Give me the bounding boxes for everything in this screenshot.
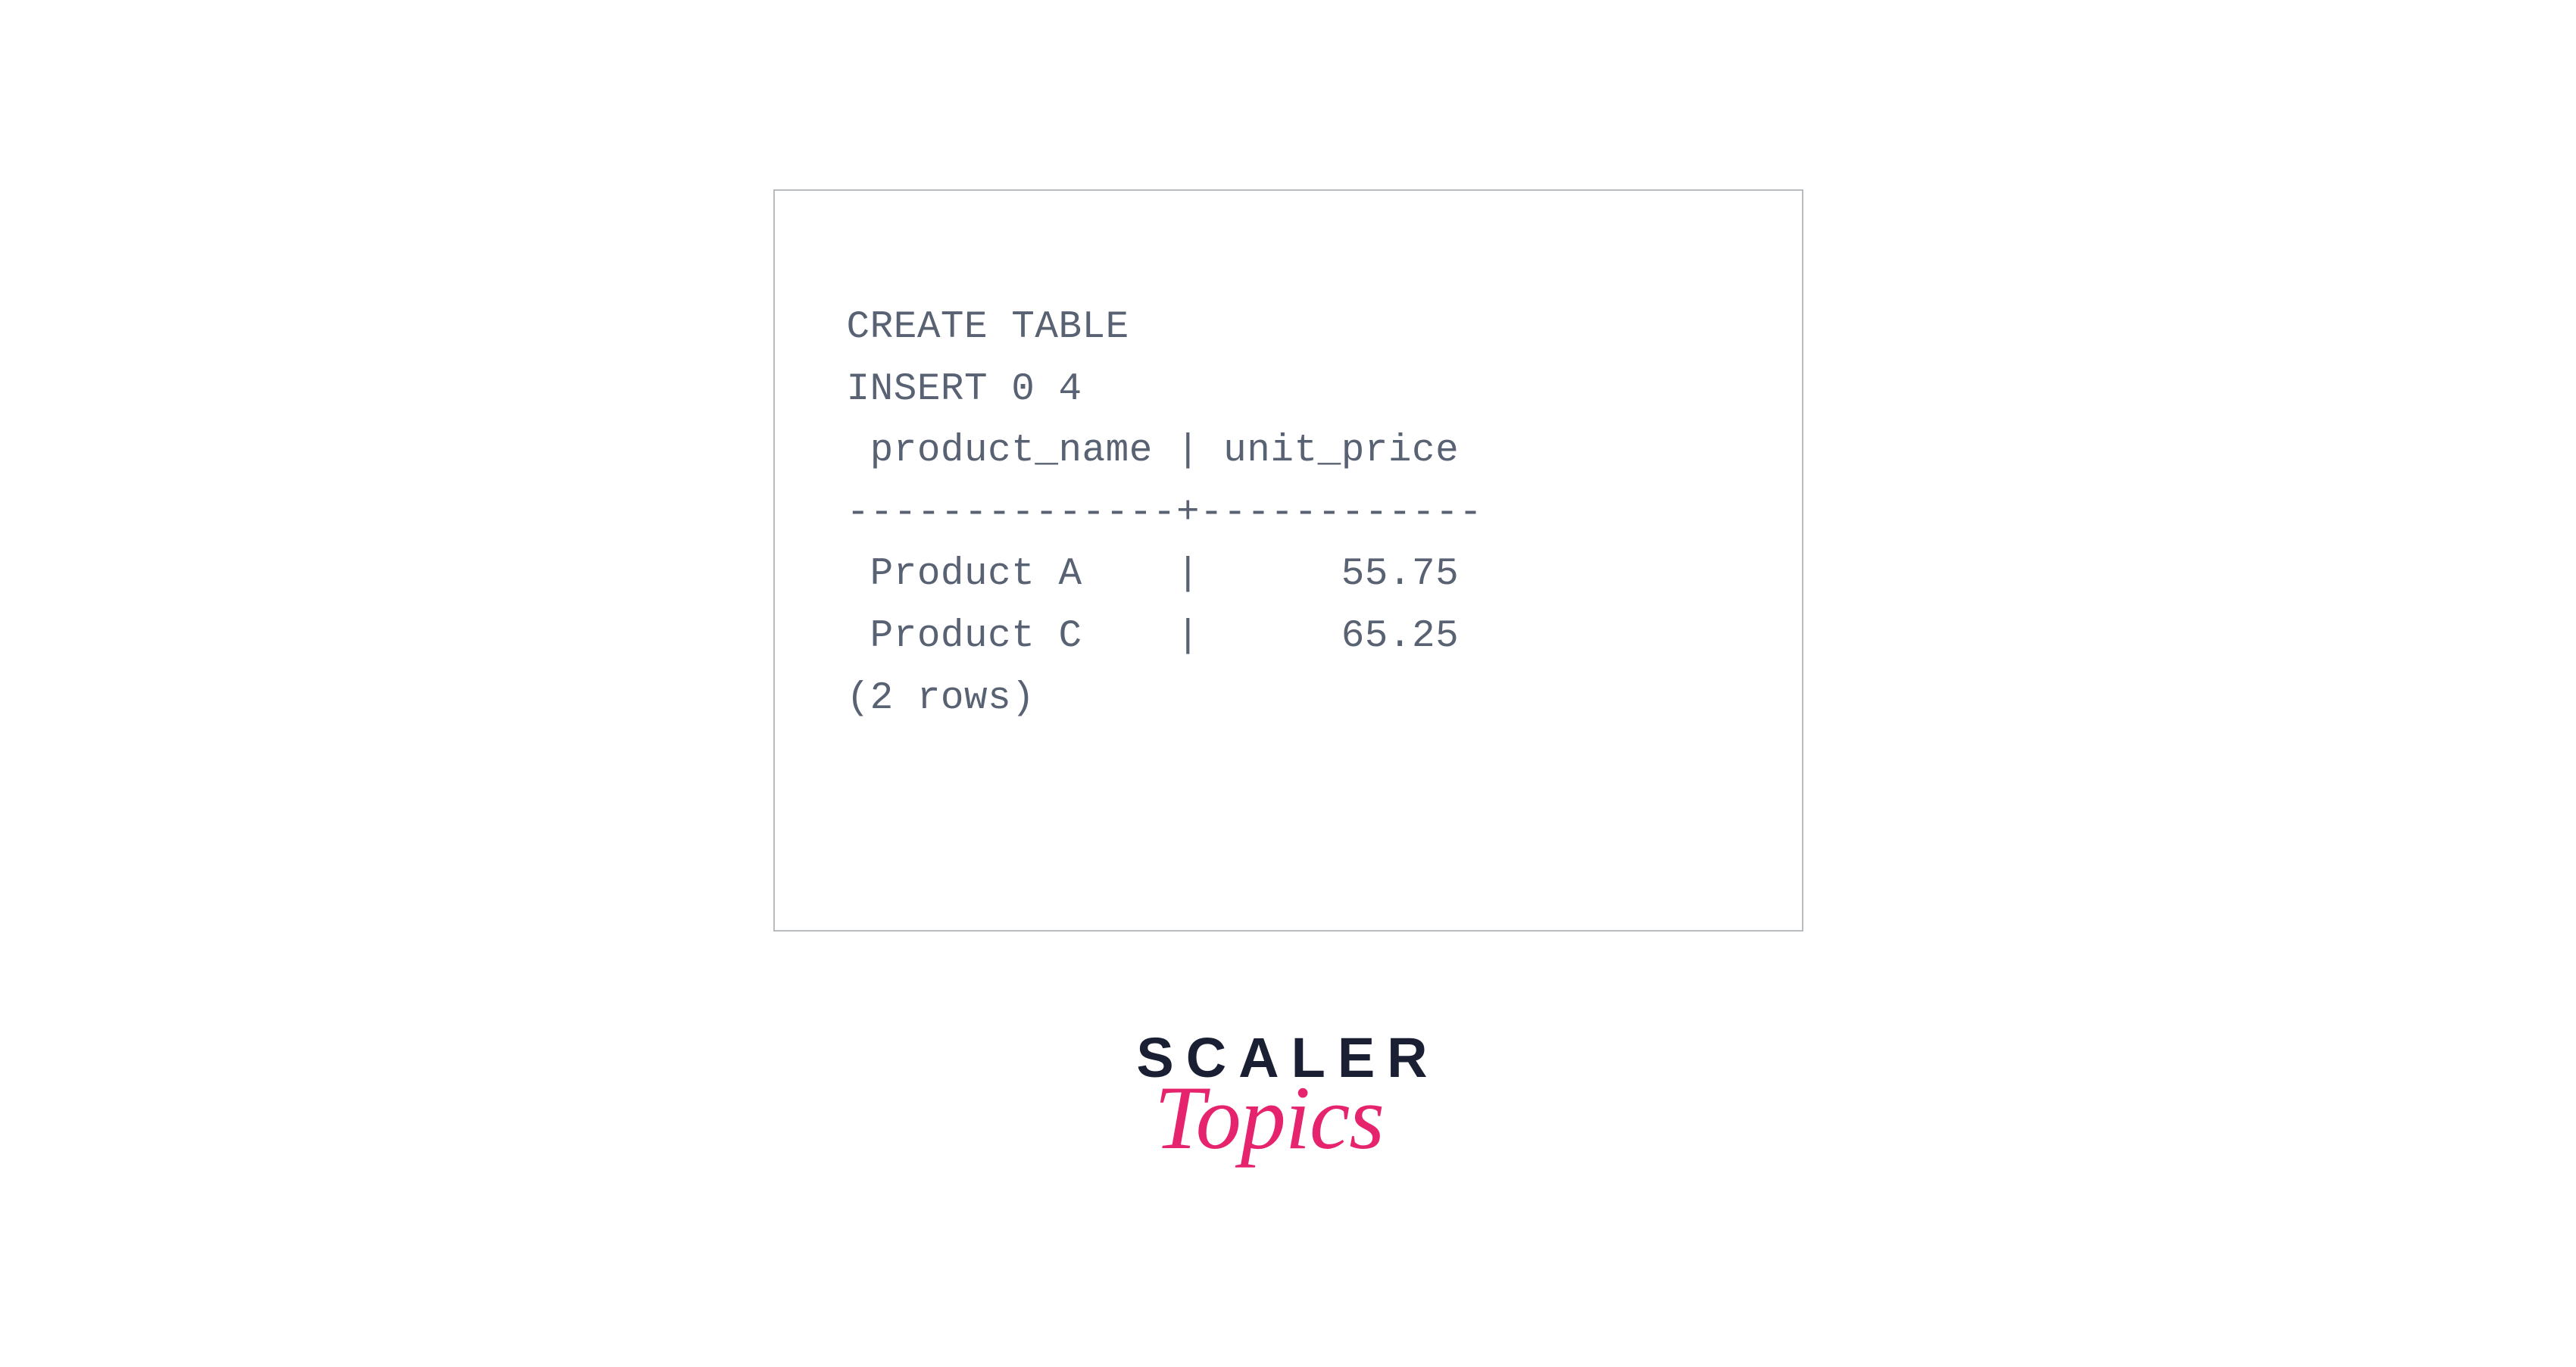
sql-output-box: CREATE TABLE INSERT 0 4 product_name | u… <box>773 189 1803 932</box>
code-line-1: CREATE TABLE <box>847 306 1129 349</box>
logo-bottom-text: Topics <box>1154 1077 1384 1159</box>
code-line-7: (2 rows) <box>847 677 1035 720</box>
code-line-5: Product A | 55.75 <box>847 553 1460 596</box>
brand-logo: SCALER Topics <box>1136 1030 1439 1159</box>
code-line-4: --------------+------------ <box>847 492 1483 535</box>
code-line-3: product_name | unit_price <box>847 429 1460 473</box>
code-line-2: INSERT 0 4 <box>847 368 1082 411</box>
code-line-6: Product C | 65.25 <box>847 615 1460 658</box>
sql-output-text: CREATE TABLE INSERT 0 4 product_name | u… <box>847 297 1749 729</box>
